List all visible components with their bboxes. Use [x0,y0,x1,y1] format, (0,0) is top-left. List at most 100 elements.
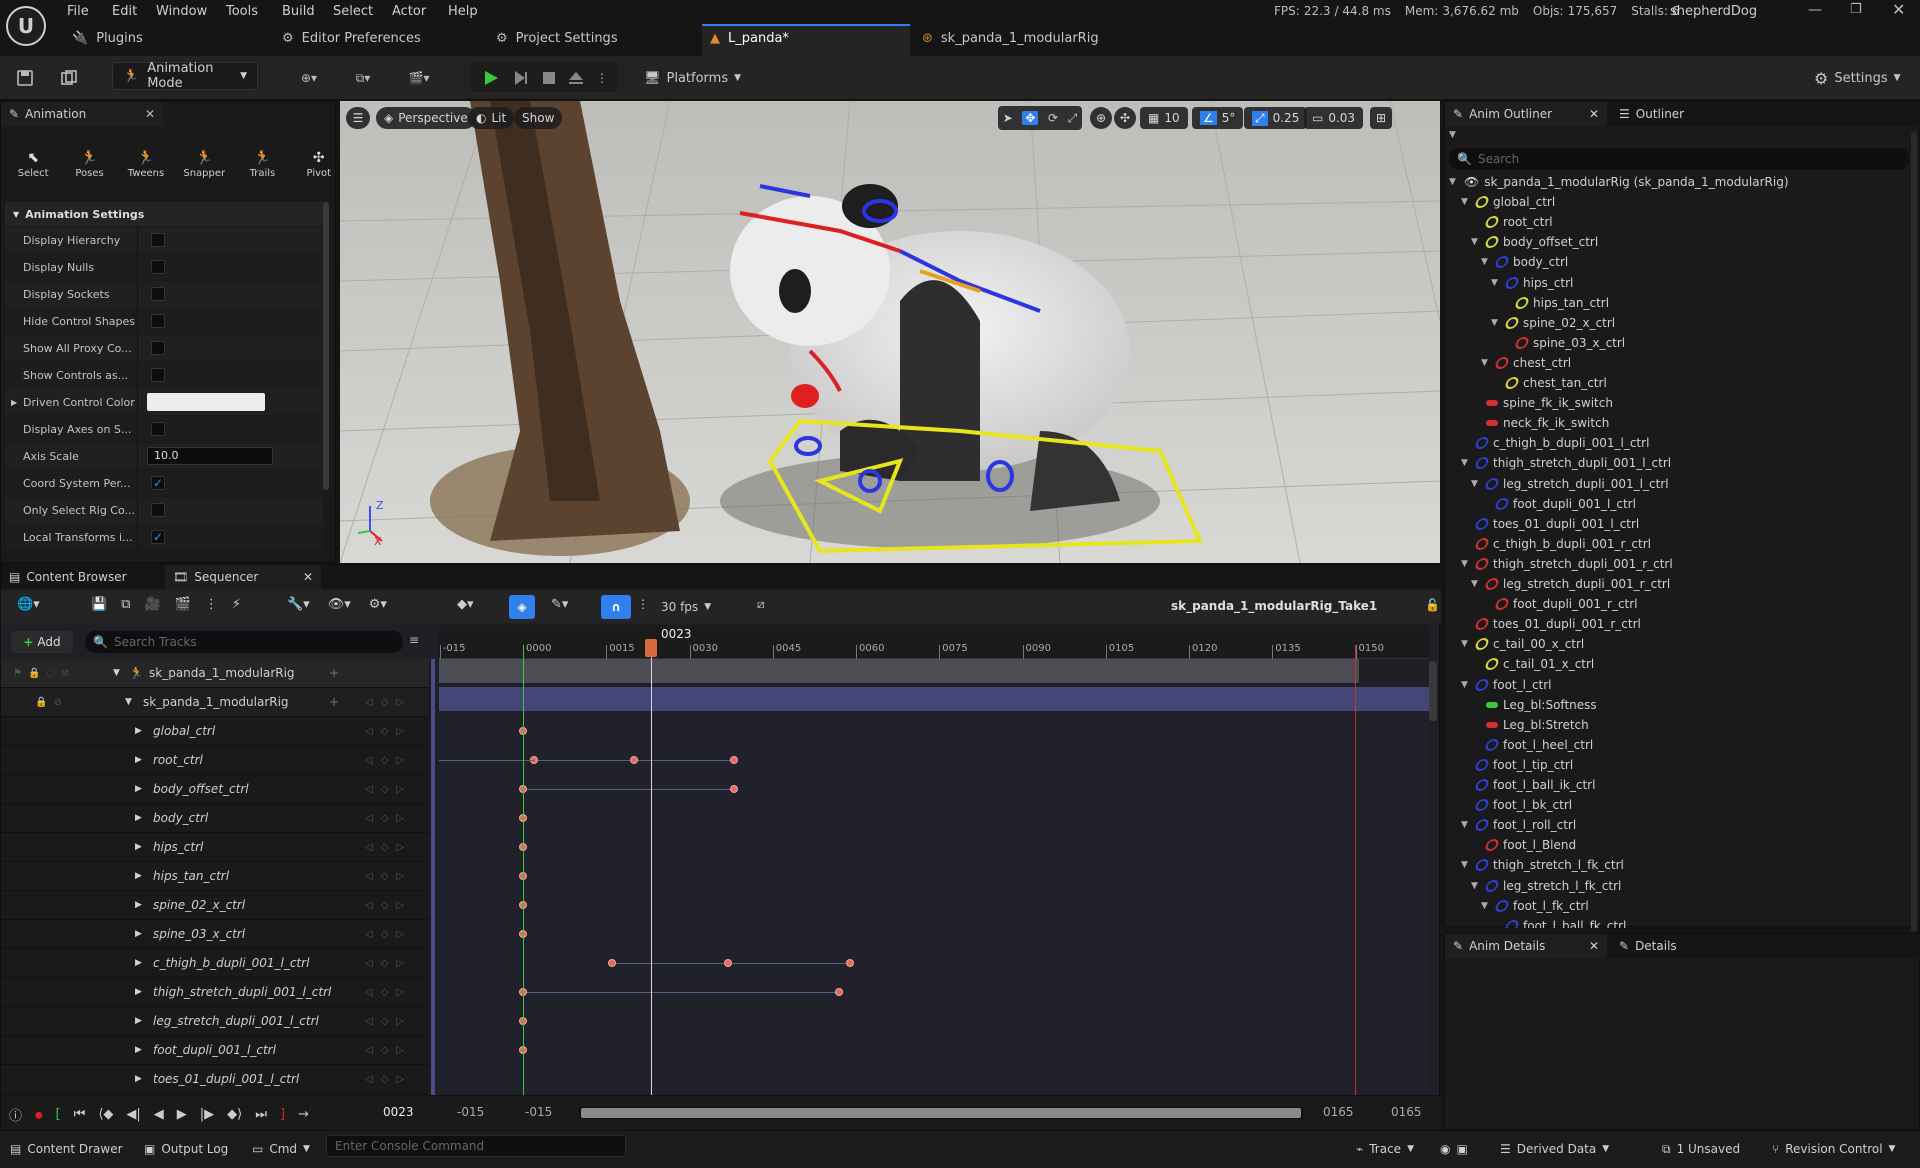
move-tool-icon[interactable]: ✥ [1022,111,1039,125]
track-row[interactable]: ▶ body_offset_ctrl ◁◇▷ [1,775,429,804]
setting-checkbox[interactable] [151,476,165,490]
driven-color-swatch[interactable] [147,393,265,411]
setting-checkbox[interactable] [151,260,165,274]
more-options-icon[interactable]: ⋮ [596,64,608,92]
view-end[interactable]: 0165 [1391,1105,1422,1119]
pen-icon[interactable]: ✎▾ [551,597,568,612]
view-start[interactable]: -015 [457,1105,484,1119]
stop-icon[interactable] [538,64,560,92]
auto-key-icon[interactable]: ◈ [509,595,535,619]
keyframe[interactable] [846,959,855,967]
outliner-search[interactable]: 🔍 Search [1449,148,1909,170]
outliner-item[interactable]: Leg_bl:Softness [1471,695,1597,715]
close-tab-icon[interactable]: ✕ [1589,107,1599,121]
chevron-right-icon[interactable]: ▶ [135,1045,142,1055]
outliner-item[interactable]: ▼ body_ctrl [1481,252,1568,272]
outliner-item[interactable]: ▼ leg_stretch_l_fk_ctrl [1471,876,1621,896]
chevron-down-icon[interactable]: ▼ [1461,820,1471,830]
content-drawer-button[interactable]: ▤ Content Drawer [10,1138,123,1160]
outliner-item[interactable]: ▼ thigh_stretch_dupli_001_r_ctrl [1461,554,1673,574]
tab-anim-outliner[interactable]: ✎ Anim Outliner ✕ [1445,102,1607,126]
save-icon[interactable] [12,64,38,92]
menu-window[interactable]: Window [156,2,207,22]
tool-snapper[interactable]: 🏃 Snapper [183,150,225,190]
viewport-menu-icon[interactable]: ☰ [346,107,370,129]
scale-snap-button[interactable]: ⤢ 0.25 [1244,107,1308,129]
add-track-button[interactable]: + Add [11,631,73,653]
level-viewport[interactable]: Z X ☰ ◈ Perspective ◐ Lit Show ➤ ✥ ⟳ ⤢ ⊕… [340,101,1440,563]
tool-select[interactable]: ⬉ Select [15,150,51,190]
chevron-down-icon[interactable]: ▼ [1491,318,1501,328]
mode-dropdown[interactable]: 🏃 Animation Mode ▼ [112,61,258,91]
key-nav-icons[interactable]: ◁◇▷ [365,929,412,940]
setting-checkbox[interactable] [151,287,165,301]
chevron-down-icon[interactable]: ▼ [1481,257,1491,267]
playhead-handle[interactable] [645,639,657,657]
chevron-down-icon[interactable]: ▼ [1471,237,1481,247]
outliner-item[interactable]: c_tail_01_x_ctrl [1471,654,1594,674]
add-icon[interactable]: + [329,695,339,709]
tab-plugins[interactable]: 🔌 Plugins [72,28,143,50]
key-nav-icons[interactable]: ◁◇▷ [365,755,412,766]
chevron-right-icon[interactable]: ▶ [135,813,142,823]
snap-options-icon[interactable]: ⋮ [637,597,649,611]
outliner-item[interactable]: foot_l_bk_ctrl [1461,795,1572,815]
chevron-right-icon[interactable]: ▶ [135,1016,142,1026]
track-row[interactable]: ▶ spine_03_x_ctrl ◁◇▷ [1,920,429,949]
playback-options-icon[interactable]: ⚙▾ [369,597,387,612]
play-icon[interactable]: ▶ [177,1107,187,1122]
tab-outliner[interactable]: ☰ Outliner [1611,102,1731,126]
outliner-item[interactable]: foot_l_ball_ik_ctrl [1461,775,1595,795]
blueprint-icon[interactable]: ⧉▾ [346,64,380,92]
outliner-item[interactable]: Leg_bl:Stretch [1471,715,1589,735]
eject-icon[interactable] [565,64,587,92]
add-icon[interactable]: + [329,666,339,680]
info-icon[interactable]: ⓘ [9,1105,22,1124]
outliner-item[interactable]: spine_fk_ik_switch [1471,393,1613,413]
outliner-item[interactable]: neck_fk_ik_switch [1471,413,1609,433]
chevron-down-icon[interactable]: ▼ [1471,579,1481,589]
tab-details[interactable]: ✎ Details [1611,934,1731,958]
surface-snap-icon[interactable]: ✣ [1114,107,1136,129]
filter-chevron-icon[interactable]: ▼ [1449,130,1456,140]
close-window-icon[interactable]: ✕ [1892,0,1905,19]
chevron-down-icon[interactable]: ▼ [1461,680,1471,690]
track-row[interactable]: ▶ spine_02_x_ctrl ◁◇▷ [1,891,429,920]
browse-icon[interactable] [56,64,82,92]
outliner-item[interactable]: ▼ spine_02_x_ctrl [1491,313,1615,333]
outliner-item[interactable]: toes_01_dupli_001_l_ctrl [1461,514,1639,534]
unreal-logo-icon[interactable]: U [6,6,46,46]
minimize-icon[interactable]: — [1808,2,1822,18]
restore-icon[interactable]: ❐ [1850,2,1862,17]
step-icon[interactable] [510,64,532,92]
range-slider[interactable] [581,1108,1301,1118]
outliner-item[interactable]: ▼ body_offset_ctrl [1471,232,1598,252]
snap-magnet-icon[interactable]: ∩ [601,595,631,619]
tab-level[interactable]: ▲ L_panda* [710,28,789,50]
expand-arrow-icon[interactable]: ▶ [11,398,17,407]
chevron-down-icon[interactable]: ▼ [1471,881,1481,891]
menu-file[interactable]: File [67,2,89,22]
animation-settings-header[interactable]: ▼ Animation Settings [5,202,325,226]
track-row[interactable]: ▶ root_ctrl ◁◇▷ [1,746,429,775]
trace-dropdown[interactable]: ⌁ Trace ▼ [1356,1138,1414,1160]
track-state-icons[interactable]: ⚑🔒◌⊘ [13,668,76,679]
tool-poses[interactable]: 🏃 Poses [71,150,107,190]
chevron-down-icon[interactable]: ▼ [1461,639,1471,649]
save-icon[interactable]: 💾 [91,597,107,612]
menu-tools[interactable]: Tools [226,2,258,22]
record-status-icons[interactable]: ◉ ▣ [1440,1138,1468,1160]
jump-start-icon[interactable]: ⏮ [74,1107,86,1122]
chevron-down-icon[interactable]: ▼ [125,697,132,707]
outliner-item[interactable]: ▼ c_tail_00_x_ctrl [1461,634,1584,654]
chevron-right-icon[interactable]: ▶ [135,755,142,765]
chevron-right-icon[interactable]: ▶ [135,842,142,852]
track-row[interactable]: ▶ toes_01_dupli_001_l_ctrl ◁◇▷ [1,1065,429,1094]
keyframe[interactable] [729,785,738,793]
lock-icon[interactable]: 🔓 [1425,598,1440,612]
key-nav-icons[interactable]: ◁◇▷ [365,1074,412,1085]
outliner-item[interactable]: ▼ foot_l_ctrl [1461,675,1552,695]
menu-help[interactable]: Help [448,2,478,22]
outliner-item[interactable]: ▼ thigh_stretch_l_fk_ctrl [1461,855,1624,875]
tab-content-browser[interactable]: ▤ Content Browser [1,565,161,589]
